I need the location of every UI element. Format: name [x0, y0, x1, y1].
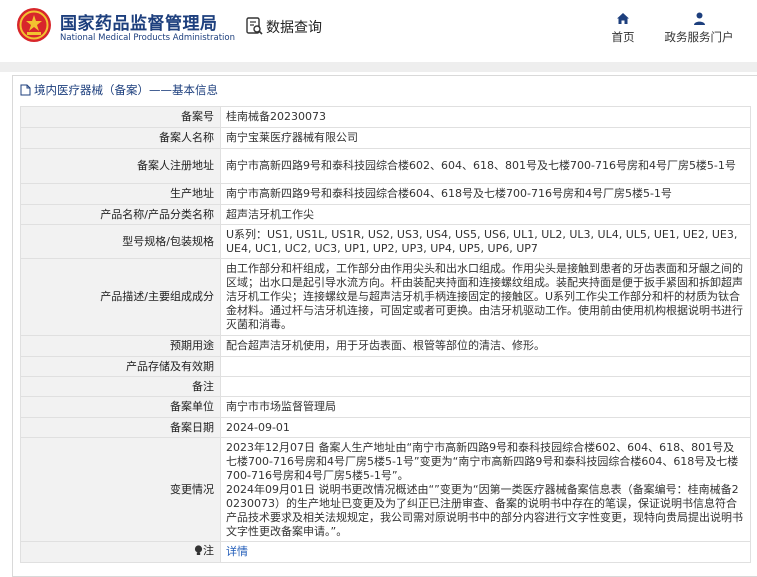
- nav-service-label: 政务服务门户: [664, 30, 734, 44]
- row-label: 生产地址: [20, 183, 221, 205]
- table-row: 备案号 桂南械备20230073: [20, 106, 751, 128]
- note-label-text: 注: [203, 543, 214, 557]
- row-value: 南宁市市场监督管理局: [220, 396, 751, 418]
- row-value: [220, 356, 751, 377]
- row-label: 备案日期: [20, 417, 221, 438]
- nav-home[interactable]: 首页: [606, 12, 640, 45]
- site-header: 国家药品监督管理局 National Medical Products Admi…: [0, 0, 757, 62]
- nav-home-label: 首页: [611, 30, 635, 44]
- header-divider: [0, 62, 757, 72]
- row-value: 详情: [220, 541, 751, 563]
- table-row: 生产地址 南宁市高新四路9号和泰科技园综合楼604、618号及七楼700-716…: [20, 183, 751, 205]
- table-row: 备注: [20, 376, 751, 397]
- table-row: 产品描述/主要组成成分 由工作部分和杆组成，工作部分由作用尖头和出水口组成。作用…: [20, 258, 751, 336]
- row-value: 桂南械备20230073: [220, 106, 751, 128]
- table-row: 预期用途 配合超声洁牙机使用，用于牙齿表面、根管等部位的清洁、修形。: [20, 335, 751, 357]
- home-icon: [617, 13, 629, 24]
- row-value: 2024-09-01: [220, 417, 751, 438]
- change-entry: 2023年12月07日 备案人生产地址由“南宁市高新四路9号和泰科技园综合楼60…: [226, 440, 739, 482]
- table-row: 备案单位 南宁市市场监督管理局: [20, 396, 751, 418]
- table-row: 备案人名称 南宁宝莱医疗器械有限公司: [20, 127, 751, 149]
- row-label: 备案人名称: [20, 127, 221, 149]
- data-query-label: 数据查询: [266, 20, 322, 36]
- document-icon: [20, 84, 31, 96]
- row-value: 配合超声洁牙机使用，用于牙齿表面、根管等部位的清洁、修形。: [220, 335, 751, 357]
- data-query-icon: [246, 17, 263, 35]
- row-label: 备案单位: [20, 396, 221, 418]
- row-label: 变更情况: [20, 437, 221, 542]
- detail-panel: 境内医疗器械（备案）——基本信息 备案号 桂南械备20230073 备案人名称 …: [12, 75, 757, 577]
- row-label: 备案人注册地址: [20, 148, 221, 184]
- brand-title-en: National Medical Products Administration: [60, 33, 235, 43]
- breadcrumb: 境内医疗器械（备案）——基本信息: [20, 82, 218, 98]
- row-label: 型号规格/包装规格: [20, 224, 221, 259]
- table-row: 型号规格/包装规格 U系列：US1, US1L, US1R, US2, US3,…: [20, 224, 751, 259]
- table-row: 备案日期 2024-09-01: [20, 417, 751, 438]
- row-value: U系列：US1, US1L, US1R, US2, US3, US4, US5,…: [220, 224, 751, 259]
- table-row: 产品名称/产品分类名称 超声洁牙机工作尖: [20, 204, 751, 225]
- breadcrumb-text: 境内医疗器械（备案）——基本信息: [34, 83, 218, 97]
- row-value: 超声洁牙机工作尖: [220, 204, 751, 225]
- row-value: 南宁宝莱医疗器械有限公司: [220, 127, 751, 149]
- row-label: 产品存储及有效期: [20, 356, 221, 377]
- table-row: 备案人注册地址 南宁市高新四路9号和泰科技园综合楼602、604、618、801…: [20, 148, 751, 184]
- row-label: 备注: [20, 376, 221, 397]
- row-value: 南宁市高新四路9号和泰科技园综合楼602、604、618、801号及七楼700-…: [220, 148, 751, 184]
- table-row: 变更情况 2023年12月07日 备案人生产地址由“南宁市高新四路9号和泰科技园…: [20, 437, 751, 542]
- details-link[interactable]: 详情: [226, 545, 248, 558]
- national-emblem-logo[interactable]: [16, 7, 52, 43]
- row-label: 备案号: [20, 106, 221, 128]
- change-history: 2023年12月07日 备案人生产地址由“南宁市高新四路9号和泰科技园综合楼60…: [220, 437, 751, 542]
- lightbulb-icon: [194, 545, 203, 556]
- brand-title-cn[interactable]: 国家药品监督管理局: [60, 9, 218, 34]
- row-label: 预期用途: [20, 335, 221, 357]
- user-icon: [693, 12, 705, 25]
- table-row: 注 详情: [20, 541, 751, 563]
- row-label-note: 注: [20, 541, 221, 563]
- record-table: 备案号 桂南械备20230073 备案人名称 南宁宝莱医疗器械有限公司 备案人注…: [20, 106, 751, 563]
- change-entry: 2024年09月01日 说明书更改情况概述由“”变更为“因第一类医疗器械备案信息…: [226, 482, 743, 538]
- row-label: 产品名称/产品分类名称: [20, 204, 221, 225]
- row-label: 产品描述/主要组成成分: [20, 258, 221, 336]
- table-row: 产品存储及有效期: [20, 356, 751, 377]
- row-value: [220, 376, 751, 397]
- row-value: 由工作部分和杆组成，工作部分由作用尖头和出水口组成。作用尖头是接触到患者的牙齿表…: [220, 258, 751, 336]
- nav-service-portal[interactable]: 政务服务门户: [657, 12, 741, 45]
- row-value: 南宁市高新四路9号和泰科技园综合楼604、618号及七楼700-716号房和4号…: [220, 183, 751, 205]
